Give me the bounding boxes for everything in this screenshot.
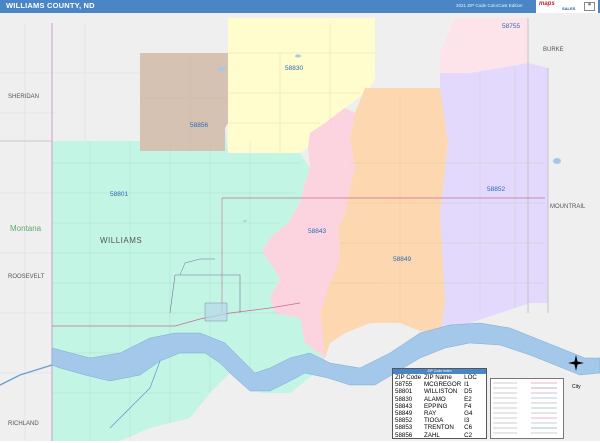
zip-label-58755: 58755 xyxy=(502,23,520,30)
legend-zip: 58801 xyxy=(395,388,413,396)
legend-zip: 58853 xyxy=(395,424,413,432)
zip-label-58856: 58856 xyxy=(190,122,208,129)
legend-zip: 58852 xyxy=(395,417,413,425)
legend-row: 58852 TIOGA I3 xyxy=(395,417,480,424)
legend-header-loc: LOC xyxy=(464,374,477,381)
map-sales-logo-icon[interactable]: maps SALES ▦ xyxy=(536,0,598,13)
header-bar: WILLIAMS COUNTY, ND 2021 ZIP Code ColorC… xyxy=(0,0,600,13)
county-label-sheridan: SHERIDAN xyxy=(8,94,39,100)
legend-row: 58856 ZAHL C2 xyxy=(395,432,480,439)
legend-zip-name: MCGREGOR xyxy=(424,381,462,389)
legend-row: 58853 TRENTON C6 xyxy=(395,424,480,431)
edition-label: 2021 ZIP Code ColorCast Edition xyxy=(456,3,523,8)
zip-label-58801: 58801 xyxy=(110,191,128,198)
legend-zip-name: ALAMO xyxy=(424,395,446,403)
legend-row: 58843 EPPING F4 xyxy=(395,403,480,410)
legend-zip-name: EPPING xyxy=(424,402,448,410)
county-label-burke: BURKE xyxy=(543,47,564,53)
legend-zip-name: RAY xyxy=(424,410,437,418)
legend-row: 58830 ALAMO E2 xyxy=(395,396,480,403)
legend-zip: 58843 xyxy=(395,402,413,410)
logo-text: maps xyxy=(539,1,555,7)
legend-header-name: ZIP Name xyxy=(424,374,452,381)
legend-loc: I3 xyxy=(464,417,470,425)
legend-zip-name: TRENTON xyxy=(424,424,454,432)
legend-loc: C2 xyxy=(464,431,473,439)
legend-row: 58801 WILLISTON D5 xyxy=(395,388,480,395)
compass-rose-icon xyxy=(568,355,584,371)
symbol-legend-lines xyxy=(493,382,557,434)
legend-table: ZIP Code ZIP Name LOC 58755 MCGREGOR I1 58… xyxy=(395,374,480,439)
legend-zip-name: TIOGA xyxy=(424,417,444,425)
legend-zip: 58849 xyxy=(395,410,413,418)
county-label-mountrail: MOUNTRAIL xyxy=(550,204,586,210)
legend-row: 58849 RAY G4 xyxy=(395,410,480,417)
zip-label-58852: 58852 xyxy=(487,186,505,193)
logo-subtext: SALES xyxy=(562,6,576,11)
legend-loc: E2 xyxy=(464,395,472,403)
legend-row: 58755 MCGREGOR I1 xyxy=(395,381,480,388)
county-label-richland: RICHLAND xyxy=(8,421,39,427)
legend-zip: 58755 xyxy=(395,381,413,389)
symbol-legend xyxy=(490,378,564,439)
scale-area: City xyxy=(566,380,598,420)
legend-loc: D5 xyxy=(464,388,473,396)
legend-zip-name: WILLISTON xyxy=(424,388,458,396)
legend-header-row: ZIP Code ZIP Name LOC xyxy=(395,374,480,381)
zip-label-58849: 58849 xyxy=(393,256,411,263)
zip-label-58830: 58830 xyxy=(285,65,303,72)
legend-loc: G4 xyxy=(464,410,473,418)
legend-zip: 58830 xyxy=(395,395,413,403)
map-canvas: SHERIDAN BURKE MOUNTRAIL ROOSEVELT RICHL… xyxy=(0,13,600,441)
legend-loc: F4 xyxy=(464,402,472,410)
zip-area-58856[interactable] xyxy=(140,53,228,151)
legend-zip-name: ZAHL xyxy=(424,431,440,439)
scale-city-label: City xyxy=(572,384,581,390)
legend-zip: 58856 xyxy=(395,431,413,439)
legend-header-zip: ZIP Code xyxy=(395,374,422,381)
zip-label-58843: 58843 xyxy=(308,228,326,235)
zip-code-legend: ZIP Code Index ZIP Code ZIP Name LOC 587… xyxy=(392,368,487,439)
legend-loc: C6 xyxy=(464,424,473,432)
williston-city xyxy=(204,302,228,322)
map-title: WILLIAMS COUNTY, ND xyxy=(6,1,95,10)
county-label-roosevelt: ROOSEVELT xyxy=(8,274,45,280)
zip-code-map[interactable]: SHERIDAN BURKE MOUNTRAIL ROOSEVELT RICHL… xyxy=(0,13,600,441)
logo-badge-icon: ▦ xyxy=(584,2,595,11)
county-label-williams: WILLIAMS xyxy=(100,236,142,245)
state-label-montana: Montana xyxy=(10,224,42,233)
legend-loc: I1 xyxy=(464,381,470,389)
